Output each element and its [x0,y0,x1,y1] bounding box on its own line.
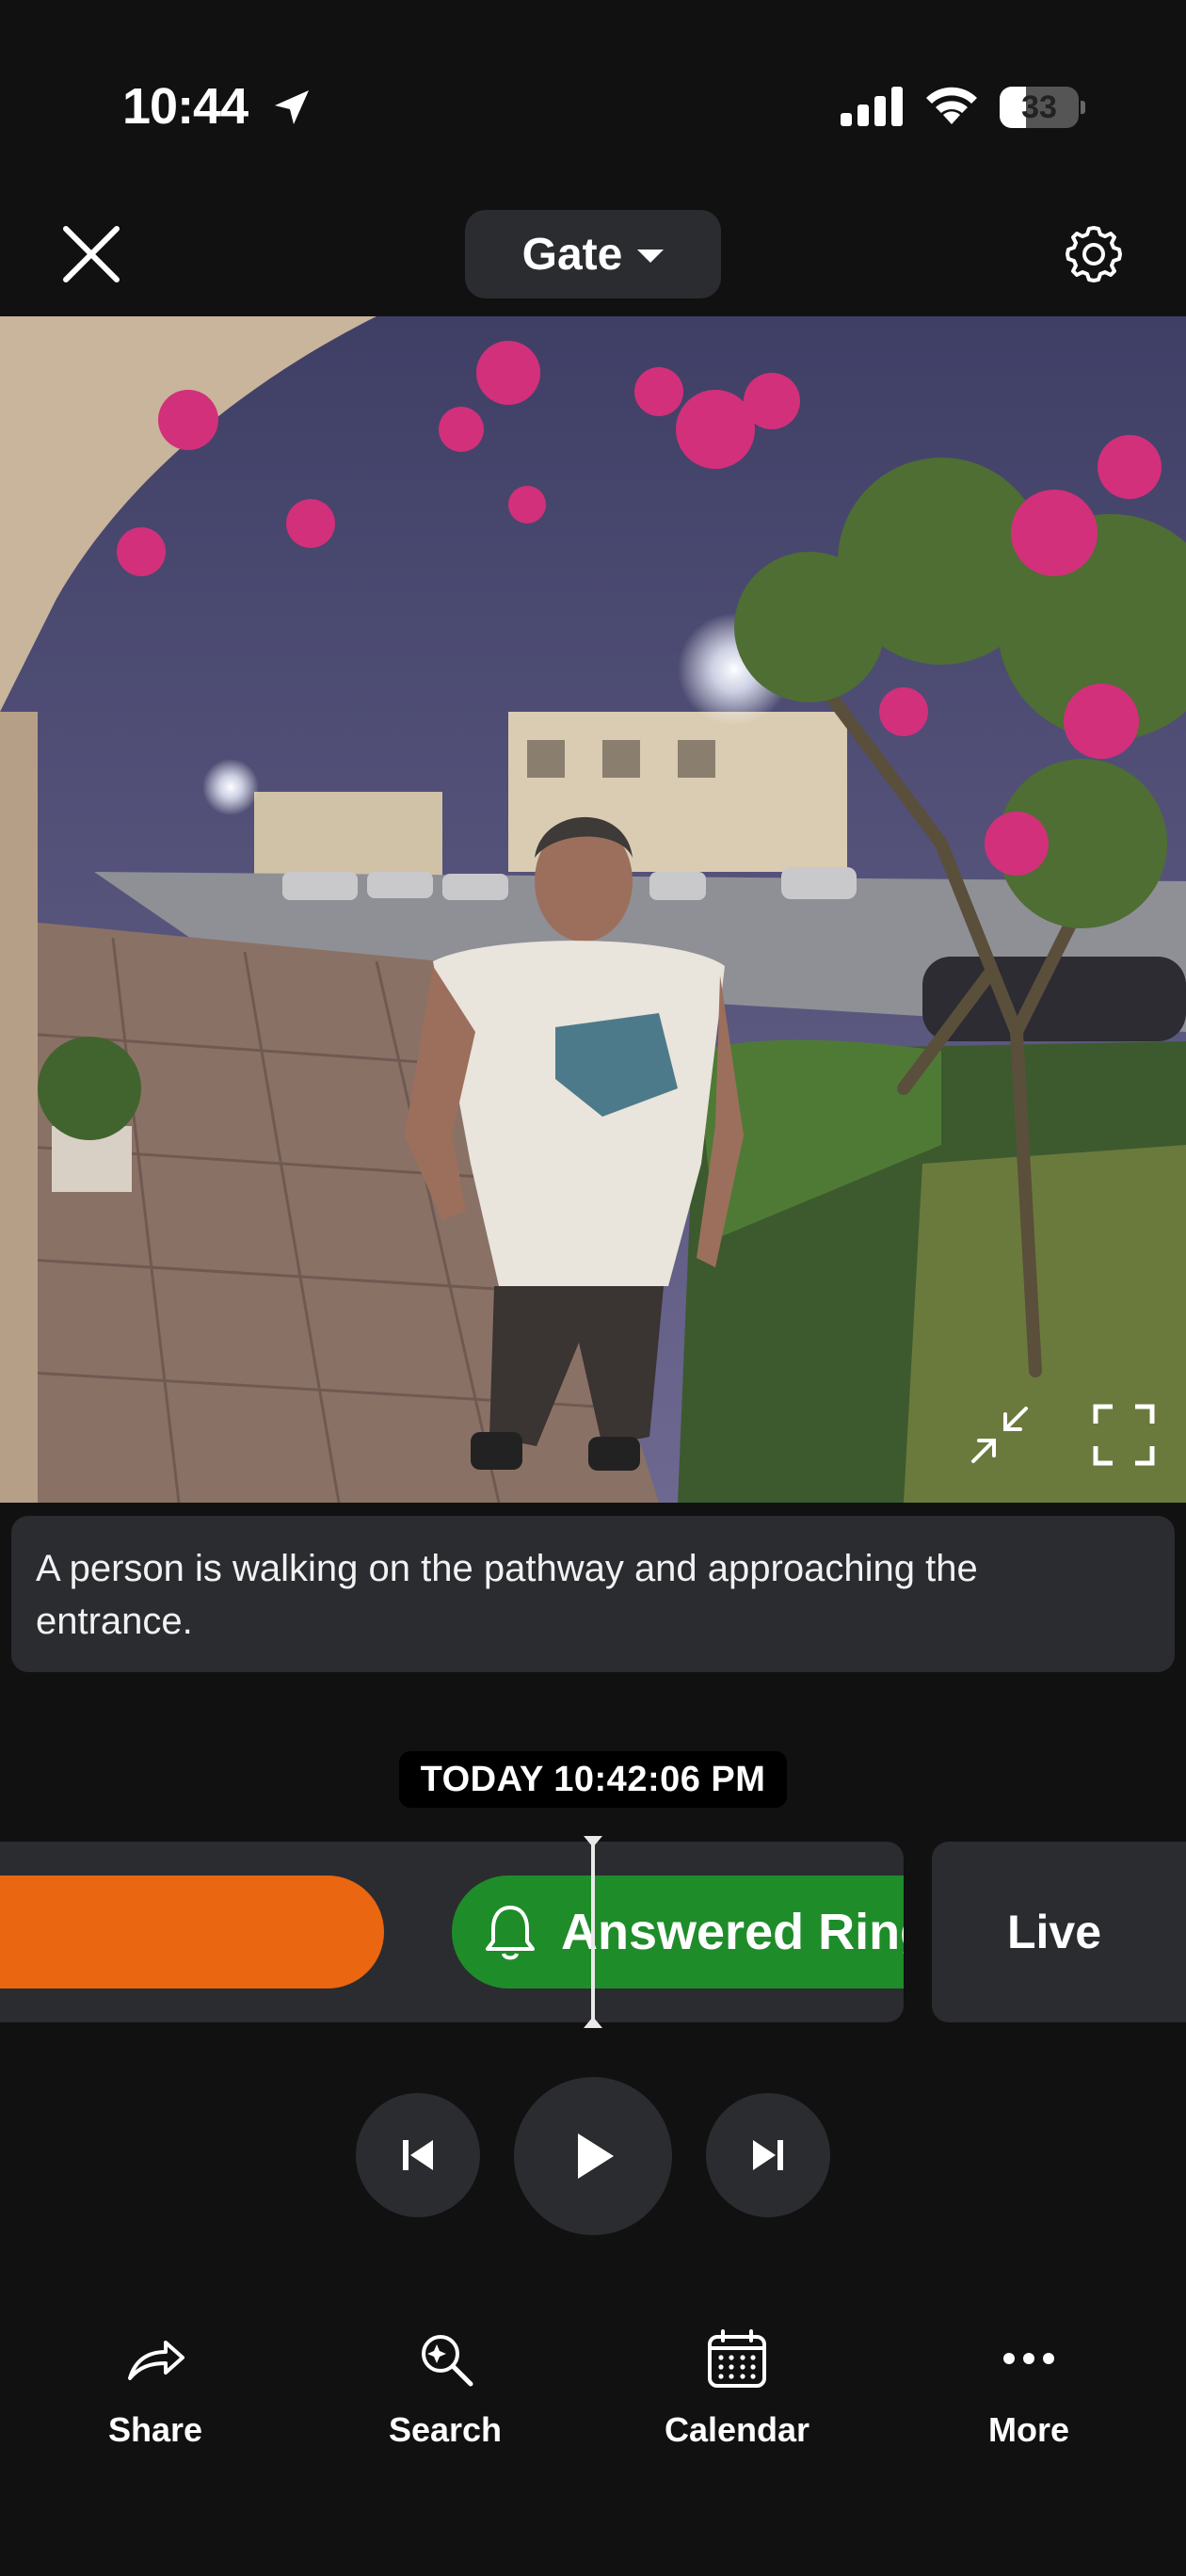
location-arrow-icon [275,90,309,124]
timeline-timestamp: TODAY 10:42:06 PM [399,1751,787,1808]
gear-icon[interactable] [1063,223,1125,285]
live-button[interactable]: Live [932,1842,1186,2022]
search-icon [422,2335,473,2387]
video-player[interactable] [0,316,1186,1503]
camera-selector[interactable]: Gate [465,210,721,298]
share-label: Share [107,2410,203,2449]
skip-previous-button[interactable] [356,2093,480,2217]
chevron-down-icon [637,250,665,263]
battery-icon: 33 [1000,87,1085,128]
motion-event-bar[interactable] [0,1876,384,1988]
status-bar: 10:44 33 [0,0,1186,188]
share-button[interactable]: Share [52,2326,259,2467]
skip-previous-icon [403,2140,433,2170]
calendar-button[interactable]: Calendar [633,2326,841,2467]
search-label: Search [388,2410,503,2449]
more-label: More [987,2410,1069,2449]
calendar-icon [708,2329,766,2388]
camera-frame [0,316,1186,1503]
more-icon [1003,2353,1054,2364]
close-icon[interactable] [56,219,126,289]
ring-event-bar[interactable]: Answered Ring [452,1876,904,1988]
ring-event-label: Answered Ring [561,1904,904,1960]
battery-level: 33 [1021,89,1057,125]
event-timeline[interactable]: Answered Ring [0,1842,904,2022]
skip-next-icon [753,2140,783,2170]
event-description-text: A person is walking on the pathway and a… [36,1548,978,1642]
camera-name: Gate [521,229,623,280]
cellular-signal-icon [841,87,903,126]
timeline-playhead[interactable] [584,1836,602,2028]
search-button[interactable]: Search [342,2326,549,2467]
bell-icon [486,1906,535,1960]
status-time: 10:44 [122,78,248,135]
play-button[interactable] [514,2077,672,2235]
share-icon [128,2341,184,2380]
calendar-label: Calendar [664,2410,810,2449]
skip-next-button[interactable] [706,2093,830,2217]
play-icon [578,2133,614,2179]
event-description: A person is walking on the pathway and a… [11,1516,1175,1672]
minimize-icon[interactable] [968,1403,1032,1467]
fullscreen-icon[interactable] [1092,1403,1156,1467]
wifi-icon [926,87,977,124]
more-button[interactable]: More [925,2326,1132,2467]
